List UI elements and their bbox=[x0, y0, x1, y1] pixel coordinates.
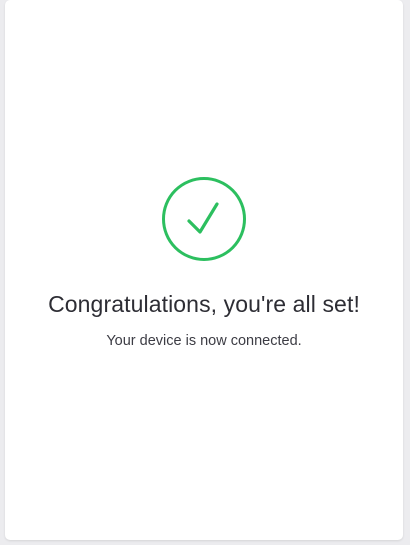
success-title: Congratulations, you're all set! bbox=[48, 291, 360, 317]
success-card: Congratulations, you're all set! Your de… bbox=[5, 0, 403, 540]
success-message: Your device is now connected. bbox=[106, 333, 302, 349]
success-content: Congratulations, you're all set! Your de… bbox=[5, 176, 403, 351]
checkmark-circle-icon bbox=[162, 177, 246, 261]
